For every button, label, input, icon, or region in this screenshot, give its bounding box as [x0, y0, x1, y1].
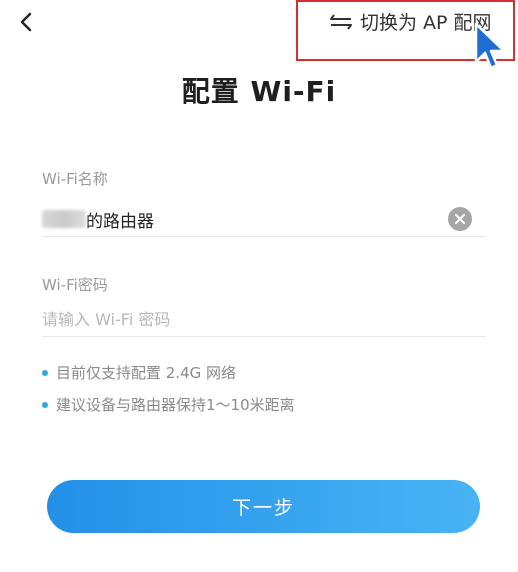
bullet-dot-icon [42, 369, 48, 376]
ssid-field[interactable]: 的路由器 [42, 202, 486, 237]
next-button[interactable]: 下一步 [47, 480, 480, 533]
tip-text: 建议设备与路由器保持1～10米距离 [56, 396, 295, 414]
clear-button[interactable] [448, 207, 472, 231]
tip-item: 目前仅支持配置 2.4G 网络 [42, 362, 236, 383]
bullet-dot-icon [42, 401, 48, 408]
password-input[interactable] [42, 304, 486, 334]
password-field-row [42, 304, 486, 337]
chevron-left-icon [20, 12, 32, 32]
next-button-label: 下一步 [231, 497, 295, 519]
tip-text: 目前仅支持配置 2.4G 网络 [56, 364, 237, 382]
switch-ap-label: 切换为 AP 配网 [360, 12, 492, 34]
ssid-label: Wi-Fi名称 [42, 170, 108, 188]
tip-item: 建议设备与路由器保持1～10米距离 [42, 394, 295, 415]
clear-icon [455, 214, 465, 224]
mouse-cursor-icon [474, 22, 506, 70]
switch-ap-button[interactable]: 切换为 AP 配网 [330, 8, 492, 35]
swap-arrows-icon [330, 13, 352, 30]
ssid-value: 的路由器 [86, 211, 154, 232]
redacted-name [42, 210, 86, 228]
password-label: Wi-Fi密码 [42, 276, 108, 294]
page-title: 配置 Wi-Fi [181, 75, 337, 108]
back-button[interactable] [14, 8, 38, 36]
